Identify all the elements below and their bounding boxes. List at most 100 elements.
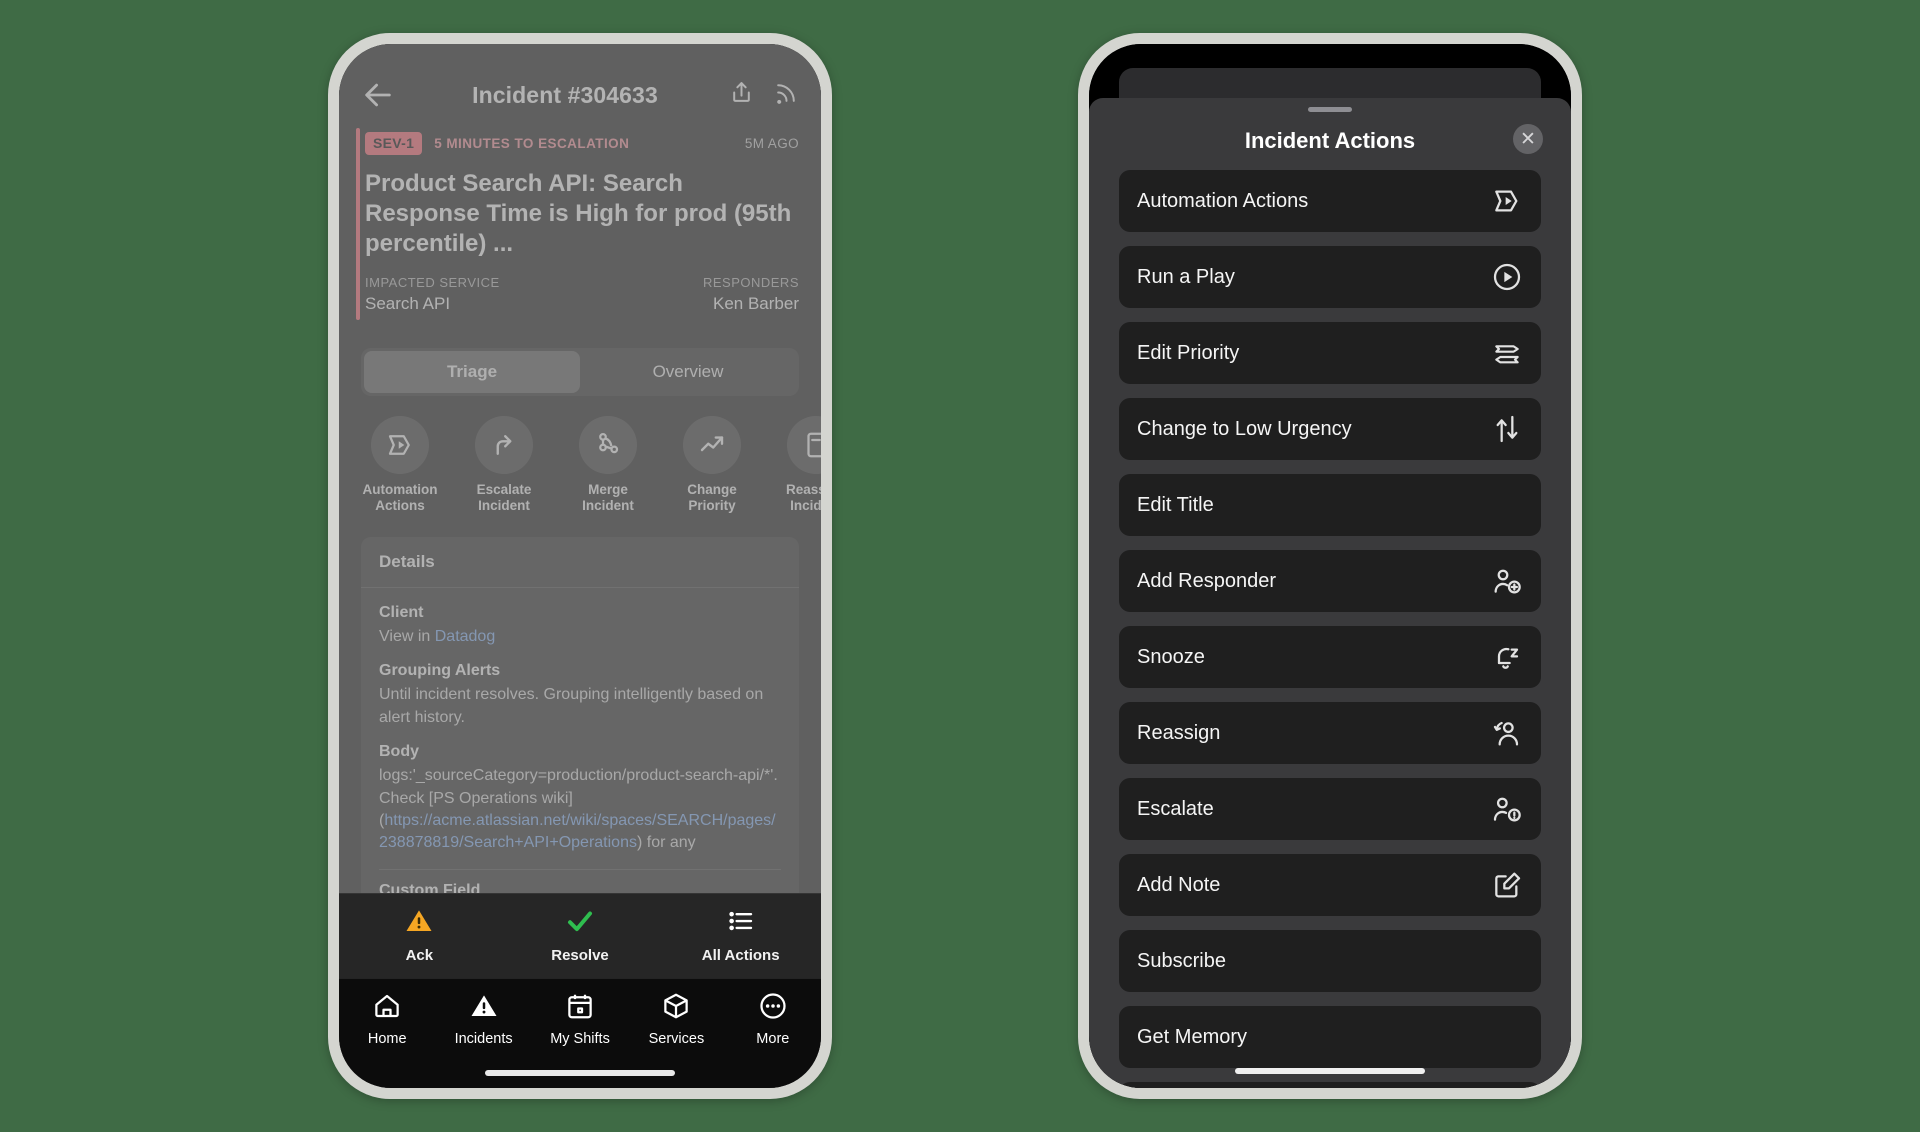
share-icon[interactable] <box>729 79 754 111</box>
play-circle-icon <box>1491 261 1523 293</box>
incident-age: 5M AGO <box>744 136 799 151</box>
sheet-item-label: Snooze <box>1137 645 1205 668</box>
quick-action-label: Merge Incident <box>582 482 634 514</box>
tab-triage[interactable]: Triage <box>364 351 580 393</box>
quick-action-escalate-incident[interactable]: Escalate Incident <box>465 416 543 515</box>
field-label: Client <box>379 603 424 621</box>
status-badge: SEV-1 <box>365 132 423 155</box>
field-grouping-alerts: Grouping Alerts Until incident resolves.… <box>379 650 781 731</box>
priority-lines-icon <box>1491 337 1523 369</box>
quick-action-label: Automation Actions <box>362 482 438 514</box>
snooze-bell-icon <box>1491 641 1523 673</box>
responders-value: Ken Barber <box>713 294 799 313</box>
sheet-item-label: Get Memory <box>1137 1025 1248 1048</box>
navigation-bar: Incident #304633 <box>339 44 821 118</box>
quick-actions-row: Automation Actions Escalate Incident Mer… <box>339 396 821 525</box>
warning-triangle-icon <box>406 910 432 931</box>
sheet-item-escalate[interactable]: Escalate <box>1119 778 1541 840</box>
incident-title: Product Search API: Search Response Time… <box>365 170 792 257</box>
quick-action-merge-incident[interactable]: Merge Incident <box>569 416 647 515</box>
sheet-item-add-note[interactable]: Add Note <box>1119 854 1541 916</box>
urgency-swap-icon <box>1491 413 1523 445</box>
field-value: logs:'_sourceCategory=production/product… <box>379 765 781 855</box>
phone-left: Incident #304633 SEV-1 5 MINUTES TO ESCA… <box>328 33 832 1099</box>
sheet-item-label: Run a Play <box>1137 265 1235 288</box>
impacted-service-block: IMPACTED SERVICE Search API <box>365 275 582 314</box>
sheet-item-label: Subscribe <box>1137 949 1226 972</box>
page-title: Incident #304633 <box>472 81 658 108</box>
incident-meta: IMPACTED SERVICE Search API RESPONDERS K… <box>365 275 799 314</box>
home-indicator <box>485 1070 675 1076</box>
sheet-item-run-a-play[interactable]: Run a Play <box>1119 246 1541 308</box>
reassign-icon <box>787 416 821 474</box>
body-text-suffix: ) for any <box>636 834 696 852</box>
sheet-item-automation-actions[interactable]: Automation Actions <box>1119 170 1541 232</box>
quick-action-reassign-incident[interactable]: Reassign Incident <box>777 416 821 515</box>
rss-icon[interactable] <box>774 79 799 111</box>
sheet-item-reassign[interactable]: Reassign <box>1119 702 1541 764</box>
impacted-service-value: Search API <box>365 294 451 313</box>
incident-actions-sheet: Incident Actions ✕ Automation Actions Ru… <box>1089 98 1571 1088</box>
sheet-item-label: Add Note <box>1137 873 1221 896</box>
check-icon <box>568 911 592 932</box>
automation-icon <box>371 416 429 474</box>
sheet-item-oci-infra-disk-usage[interactable]: OCI infra Disk Usage <box>1119 1082 1541 1088</box>
quick-action-change-priority[interactable]: Change Priority <box>673 416 751 515</box>
arrow-left-icon[interactable] <box>361 78 395 112</box>
incident-detail-screen: Incident #304633 SEV-1 5 MINUTES TO ESCA… <box>339 44 821 1088</box>
tab-overview[interactable]: Overview <box>580 351 796 393</box>
list-icon <box>728 911 752 931</box>
sheet-item-label: Escalate <box>1137 797 1214 820</box>
merge-icon <box>579 416 637 474</box>
responders-block: RESPONDERS Ken Barber <box>582 275 799 314</box>
close-icon[interactable]: ✕ <box>1513 124 1543 154</box>
sheet-item-label: Edit Title <box>1137 493 1214 516</box>
responders-label: RESPONDERS <box>702 275 799 290</box>
segmented-control: Triage Overview <box>361 348 799 396</box>
wiki-link[interactable]: https://acme.atlassian.net/wiki/spaces/S… <box>379 812 776 851</box>
field-value: View in Datadog <box>379 626 781 648</box>
phone-right-screen: Incident Actions ✕ Automation Actions Ru… <box>1089 44 1571 1088</box>
incidents-icon <box>471 995 497 1016</box>
sheet-item-edit-priority[interactable]: Edit Priority <box>1119 322 1541 384</box>
tab-label: Services <box>648 1031 705 1047</box>
sheet-item-change-to-low-urgency[interactable]: Change to Low Urgency <box>1119 398 1541 460</box>
field-value-prefix: View in <box>379 627 435 645</box>
sheet-item-snooze[interactable]: Snooze <box>1119 626 1541 688</box>
phone-left-screen: Incident #304633 SEV-1 5 MINUTES TO ESCA… <box>339 44 821 1088</box>
action-label: Resolve <box>551 947 609 964</box>
sheet-item-label: Add Responder <box>1137 569 1276 592</box>
incident-summary: SEV-1 5 MINUTES TO ESCALATION 5M AGO Pro… <box>339 118 821 326</box>
cube-icon <box>664 993 689 1019</box>
sheet-item-edit-title[interactable]: Edit Title <box>1119 474 1541 536</box>
tab-label: My Shifts <box>550 1031 610 1047</box>
action-label: All Actions <box>701 947 780 964</box>
quick-action-automation-actions[interactable]: Automation Actions <box>361 416 439 515</box>
details-card-body: Client View in Datadog Grouping Alerts U… <box>361 588 799 912</box>
sheet-item-add-responder[interactable]: Add Responder <box>1119 550 1541 612</box>
reassign-person-icon <box>1491 717 1523 749</box>
all-actions-button[interactable]: All Actions <box>660 906 821 964</box>
tab-home[interactable]: Home <box>339 991 435 1088</box>
incident-action-bar: Ack Resolve All Actions <box>339 893 821 978</box>
datadog-link[interactable]: Datadog <box>435 628 496 645</box>
sheet-item-subscribe[interactable]: Subscribe <box>1119 930 1541 992</box>
field-client: Client View in Datadog <box>379 592 781 650</box>
sheet-item-label: Edit Priority <box>1137 341 1240 364</box>
home-icon <box>375 994 399 1018</box>
impacted-service-label: IMPACTED SERVICE <box>365 275 500 290</box>
edit-note-icon <box>1491 869 1523 901</box>
ack-button[interactable]: Ack <box>339 906 500 964</box>
quick-action-label: Escalate Incident <box>476 482 532 514</box>
details-card: Details Client View in Datadog Grouping … <box>361 536 799 912</box>
field-label: Body <box>379 743 419 761</box>
field-label: Grouping Alerts <box>379 662 501 680</box>
sheet-item-get-memory[interactable]: Get Memory <box>1119 1006 1541 1068</box>
tab-more[interactable]: More <box>725 991 821 1088</box>
escalate-arrow-icon <box>475 416 533 474</box>
automation-icon <box>1491 185 1523 217</box>
field-value: Until incident resolves. Grouping intell… <box>379 686 764 726</box>
nav-action-group <box>729 79 799 111</box>
severity-row: SEV-1 5 MINUTES TO ESCALATION 5M AGO <box>365 132 799 155</box>
resolve-button[interactable]: Resolve <box>500 906 661 964</box>
